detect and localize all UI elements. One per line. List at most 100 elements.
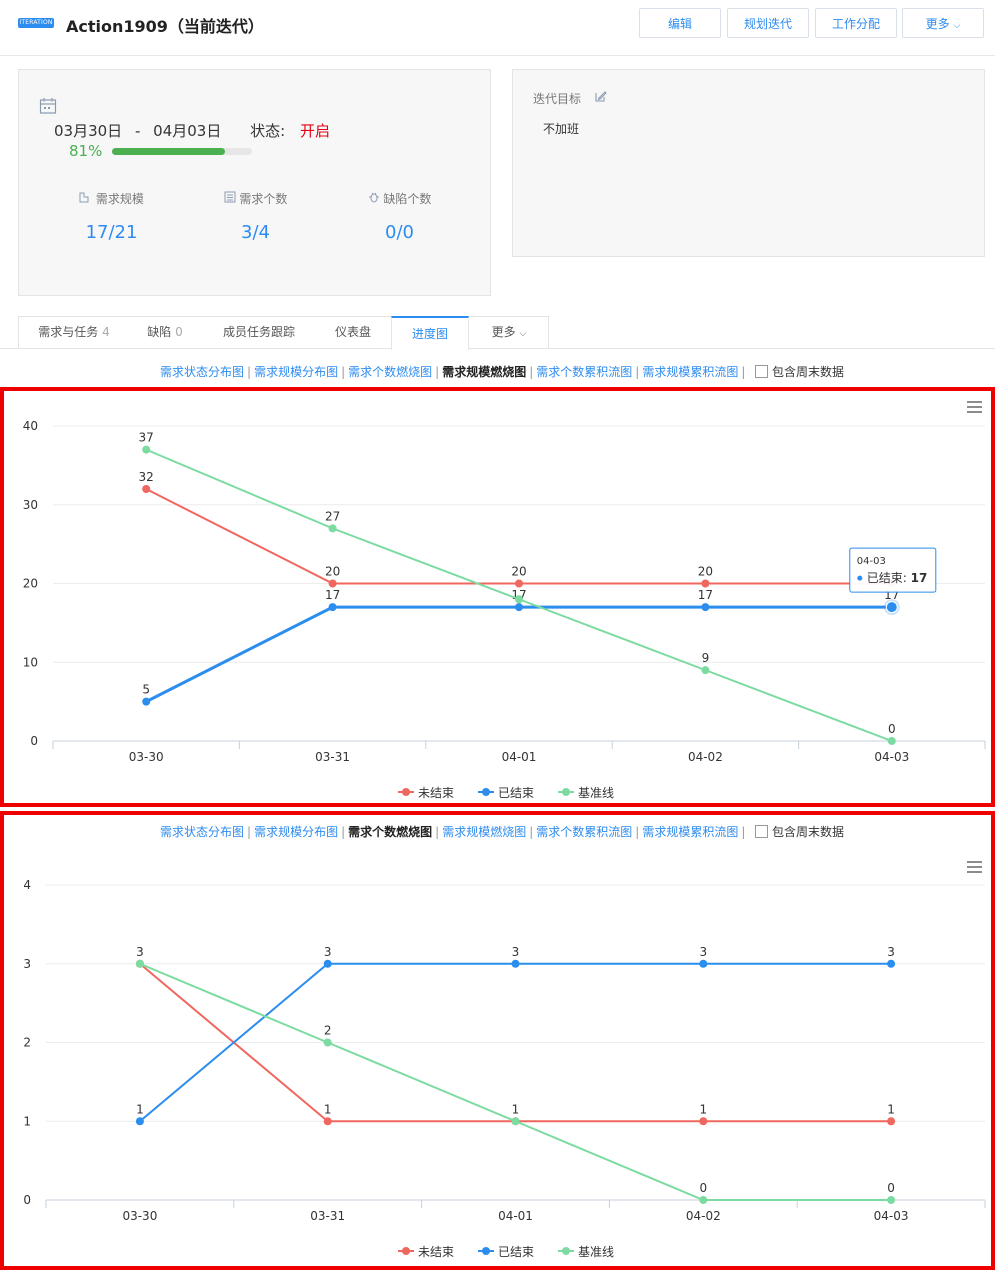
link-size-burndown[interactable]: 需求规模燃烧图 (442, 365, 526, 379)
highlight-point (885, 601, 898, 614)
data-point (135, 959, 144, 968)
link-size-cumulative[interactable]: 需求规模累积流图 (642, 365, 738, 379)
data-point (887, 1196, 896, 1204)
legend-item[interactable]: 已结束 (478, 786, 534, 800)
metric-value[interactable]: 0/0 (347, 222, 452, 243)
data-label: 1 (887, 1102, 895, 1116)
calendar-icon (39, 98, 57, 114)
progress-text: 81% (69, 142, 103, 160)
data-point (142, 697, 151, 706)
goal-label: 迭代目标 (533, 92, 582, 106)
data-point (887, 959, 896, 968)
data-point (515, 603, 523, 612)
data-label: 17 (325, 588, 340, 602)
legend-swatch-dot (562, 788, 570, 796)
data-point (142, 445, 151, 454)
x-tick-label: 04-03 (874, 1209, 909, 1223)
tab-requirements[interactable]: 需求与任务 4 (19, 316, 129, 349)
link-count-cumulative[interactable]: 需求个数累积流图 (536, 365, 632, 379)
data-label: 20 (698, 565, 713, 579)
y-tick-label: 2 (23, 1036, 31, 1050)
data-label: 3 (887, 945, 895, 959)
plan-iteration-button[interactable]: 规划迭代 (727, 8, 809, 38)
weekend-label: 包含周末数据 (772, 365, 845, 379)
legend-item[interactable]: 基准线 (558, 786, 614, 800)
data-label: 1 (136, 1102, 144, 1116)
tooltip-category: 04-03 (857, 556, 886, 567)
data-point (887, 737, 896, 745)
tooltip: 04-03 已结束: 17 (849, 547, 937, 593)
data-label: 32 (139, 470, 154, 484)
progress-bar (112, 148, 252, 155)
legend-swatch-dot (562, 1247, 570, 1255)
date-separator: - (134, 122, 141, 140)
tooltip-box (849, 547, 937, 593)
x-tick-label: 03-30 (122, 1209, 157, 1223)
tab-member-tracking[interactable]: 成员任务跟踪 (210, 316, 308, 349)
legend-item[interactable]: 基准线 (558, 1245, 614, 1259)
data-point (511, 959, 520, 968)
data-label: 1 (512, 1102, 520, 1116)
more-label: 更多 (925, 17, 950, 31)
data-label: 27 (325, 509, 340, 523)
legend-item[interactable]: 未结束 (398, 786, 454, 800)
y-tick-label: 4 (23, 878, 31, 892)
tab-more[interactable]: 更多 ⌵ (474, 316, 544, 349)
y-tick-label: 40 (23, 419, 38, 433)
legend-swatch-dot (482, 788, 490, 796)
data-label: 1 (324, 1102, 332, 1116)
count-burndown-chart-panel: 需求状态分布图 | 需求规模分布图 | 需求个数燃烧图 | 需求规模燃烧图 | 需求个数累积流图… (0, 811, 995, 1270)
tab-progress-chart[interactable]: 进度图 (391, 316, 469, 350)
legend-swatch-dot (482, 1247, 490, 1255)
chart-menu-icon[interactable] (967, 861, 982, 873)
weekend-checkbox[interactable] (755, 365, 769, 378)
data-point (323, 959, 332, 968)
x-tick-label: 04-01 (498, 1209, 533, 1223)
y-tick-label: 0 (23, 1193, 31, 1207)
metric-value[interactable]: 3/4 (203, 222, 308, 243)
x-tick-label: 03-31 (315, 750, 350, 764)
link-count-burndown[interactable]: 需求个数燃烧图 (348, 365, 432, 379)
data-label: 1 (699, 1102, 707, 1116)
data-point (328, 579, 337, 588)
x-tick-label: 03-30 (129, 750, 164, 764)
data-label: 9 (702, 651, 710, 665)
data-point (328, 524, 337, 533)
chevron-down-icon: ⌵ (953, 21, 961, 31)
work-assign-button[interactable]: 工作分配 (815, 8, 897, 38)
goal-text: 不加班 (543, 122, 580, 136)
edit-button[interactable]: 编辑 (639, 8, 721, 38)
legend-label: 已结束 (498, 786, 534, 800)
date-range: 03月30日 - 04月03日 状态: 开启 (54, 120, 330, 141)
legend-item[interactable]: 已结束 (478, 1245, 534, 1259)
link-size-distribution[interactable]: 需求规模分布图 (254, 365, 338, 379)
data-point (135, 1117, 144, 1126)
legend-label: 未结束 (418, 786, 454, 800)
tab-defects[interactable]: 缺陷 0 (133, 316, 197, 349)
data-point (323, 1117, 332, 1126)
tab-dashboard[interactable]: 仪表盘 (318, 316, 388, 349)
link-status-distribution[interactable]: 需求状态分布图 (160, 365, 244, 379)
legend-item[interactable]: 未结束 (398, 1245, 454, 1259)
data-label: 0 (888, 722, 896, 736)
tooltip-series: 已结束: 17 (867, 571, 928, 585)
chart-icon (79, 192, 89, 203)
data-point (323, 1038, 332, 1047)
data-label: 5 (142, 683, 150, 697)
metric-value[interactable]: 17/21 (59, 222, 164, 243)
x-tick-label: 04-03 (874, 750, 909, 764)
series-line (145, 605, 892, 703)
data-label: 3 (512, 945, 520, 959)
more-button[interactable]: 更多 ⌵ (902, 8, 984, 38)
list-icon (224, 191, 236, 203)
x-tick-label: 04-01 (502, 750, 537, 764)
chart-menu-icon[interactable] (967, 401, 982, 413)
y-tick-label: 30 (23, 498, 38, 512)
edit-icon[interactable] (594, 90, 607, 103)
progress-fill (112, 148, 226, 155)
legend-swatch-dot (402, 1247, 410, 1255)
data-point (699, 1117, 708, 1126)
metric-requirement-size: 需求规模 17/21 (59, 190, 164, 243)
metric-label: 缺陷个数 (383, 192, 432, 206)
size-burndown-chart: 0 10 20 30 40 03-30 03-31 04-01 04-02 04-03 32 20 20… (23, 401, 986, 800)
